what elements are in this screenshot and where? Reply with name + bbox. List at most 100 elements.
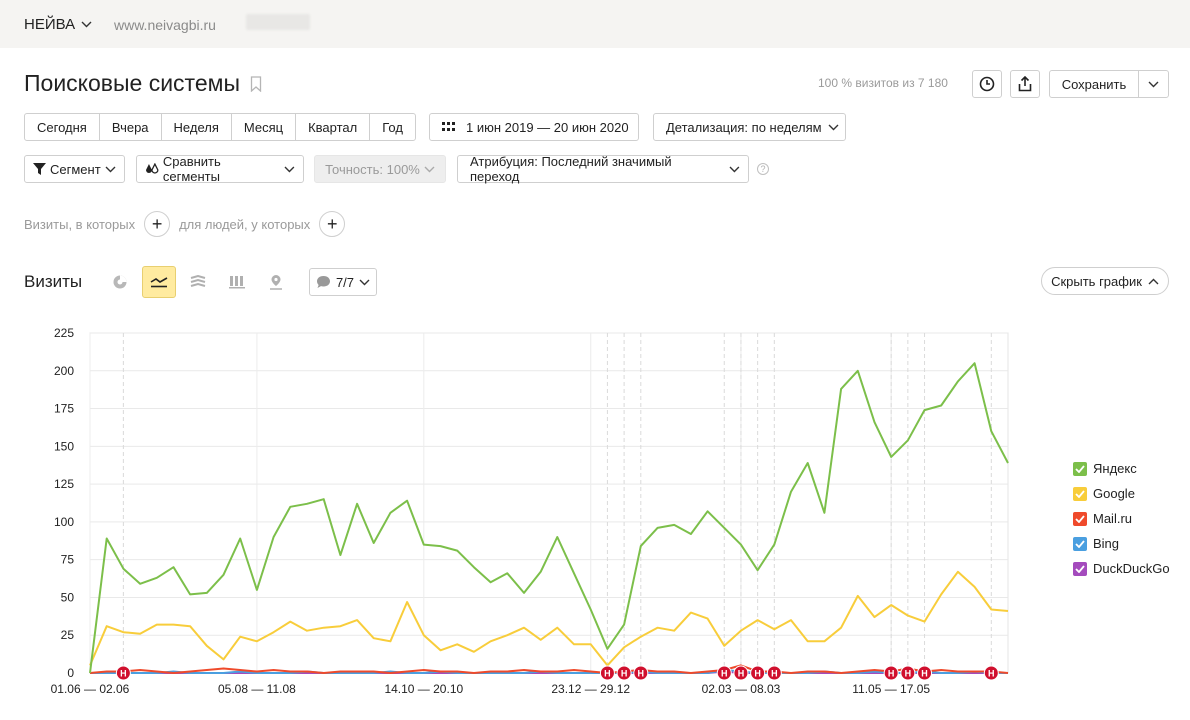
chart-legend: Яндекс Google Mail.ru Bing DuckDuckGo — [1073, 456, 1170, 581]
legend-item-yandex[interactable]: Яндекс — [1073, 456, 1170, 481]
chevron-down-icon — [284, 166, 295, 172]
help-icon[interactable]: ? — [757, 163, 769, 175]
chevron-down-icon — [424, 166, 435, 172]
series-line-google — [89, 570, 1009, 667]
period-week[interactable]: Неделя — [162, 114, 232, 140]
legend-item-mailru[interactable]: Mail.ru — [1073, 506, 1170, 531]
checkbox-icon[interactable] — [1073, 486, 1087, 501]
checkbox-icon[interactable] — [1073, 511, 1087, 526]
chevron-up-icon — [1148, 278, 1159, 284]
x-tick-label: 01.06 — 02.06 — [51, 682, 130, 696]
plus-icon: + — [327, 213, 338, 234]
period-today[interactable]: Сегодня — [25, 114, 100, 140]
y-tick-label: 200 — [54, 364, 74, 378]
legend-label: Яндекс — [1093, 461, 1137, 476]
chevron-down-icon — [81, 21, 92, 28]
plot-frame — [89, 332, 1009, 674]
period-yesterday[interactable]: Вчера — [100, 114, 162, 140]
note-marker-label: Н — [721, 669, 728, 679]
save-button[interactable]: Сохранить — [1049, 70, 1139, 98]
share-icon — [1018, 76, 1032, 92]
y-tick-label: 225 — [54, 326, 74, 340]
history-button[interactable] — [972, 70, 1002, 98]
legend-item-duckduckgo[interactable]: DuckDuckGo — [1073, 556, 1170, 581]
period-month[interactable]: Месяц — [232, 114, 297, 140]
note-marker-label: Н — [738, 669, 745, 679]
line-chart-icon — [150, 277, 168, 288]
chart-series — [89, 362, 1009, 674]
note-marker-label: Н — [604, 669, 611, 679]
note-marker: Н — [733, 665, 749, 681]
note-marker: Н — [883, 665, 899, 681]
filter-icon — [33, 163, 46, 175]
chart-grid — [89, 332, 1009, 674]
note-marker: Н — [115, 665, 131, 681]
pie-chart-icon — [113, 275, 127, 289]
chevron-down-icon — [828, 124, 839, 130]
add-people-filter-button[interactable]: + — [319, 211, 346, 237]
segment-button[interactable]: Сегмент — [24, 155, 125, 183]
top-bar: НЕЙВА www.neivagbi.ru — [0, 0, 1190, 48]
date-range-label: 1 июн 2019 — 20 июн 2020 — [466, 119, 629, 135]
comments-button[interactable]: 7/7 — [309, 268, 377, 296]
stacked-area-icon — [190, 275, 206, 287]
bar-view-button[interactable] — [220, 266, 254, 298]
counter-id-redacted — [246, 14, 310, 30]
area-view-button[interactable] — [181, 266, 215, 298]
line-view-button[interactable] — [142, 266, 176, 298]
x-tick-label: 23.12 — 29.12 — [551, 682, 630, 696]
hide-graph-label: Скрыть график — [1051, 273, 1142, 289]
checkbox-icon[interactable] — [1073, 561, 1087, 576]
note-marker: Н — [983, 665, 999, 681]
compare-segments-button[interactable]: Сравнить сегменты — [136, 154, 304, 184]
note-marker-label: Н — [905, 669, 912, 679]
visits-share: 100 % визитов из 7 180 — [818, 76, 948, 90]
detail-dropdown[interactable]: Детализация: по неделям — [653, 113, 846, 141]
checkbox-icon[interactable] — [1073, 536, 1087, 551]
attribution-dropdown[interactable]: Атрибуция: Последний значимый переход — [457, 154, 749, 184]
visits-filter-label: Визиты, в которых — [24, 216, 136, 232]
legend-item-bing[interactable]: Bing — [1073, 531, 1170, 556]
hide-graph-button[interactable]: Скрыть график — [1041, 267, 1169, 295]
export-button[interactable] — [1010, 70, 1040, 98]
legend-label: Bing — [1093, 536, 1120, 551]
chart-title: Визиты — [24, 272, 83, 291]
note-marker-label: Н — [921, 669, 928, 679]
counter-url: www.neivagbi.ru — [114, 17, 216, 33]
checkbox-icon[interactable] — [1073, 461, 1087, 476]
legend-item-google[interactable]: Google — [1073, 481, 1170, 506]
period-year[interactable]: Год — [370, 114, 415, 140]
y-tick-label: 100 — [54, 515, 74, 529]
attribution-label: Атрибуция: Последний значимый переход — [470, 154, 672, 184]
counter-selector[interactable]: НЕЙВА — [24, 16, 92, 33]
calendar-icon — [442, 122, 455, 131]
y-tick-label: 0 — [67, 666, 74, 680]
y-tick-label: 175 — [54, 402, 74, 416]
pie-view-button[interactable] — [103, 266, 137, 298]
accuracy-label: Точность: 100% — [325, 161, 420, 177]
y-tick-label: 125 — [54, 477, 74, 491]
accuracy-dropdown[interactable]: Точность: 100% — [314, 155, 446, 183]
bookmark-icon[interactable] — [250, 75, 262, 92]
date-range-picker[interactable]: 1 июн 2019 — 20 июн 2020 — [429, 113, 639, 141]
note-marker: Н — [917, 665, 933, 681]
y-tick-label: 150 — [54, 439, 74, 453]
note-marker: Н — [599, 665, 615, 681]
period-quarter[interactable]: Квартал — [296, 114, 371, 140]
add-visit-filter-button[interactable]: + — [144, 211, 171, 237]
x-tick-label: 05.08 — 11.08 — [218, 682, 296, 696]
note-marker-label: Н — [771, 669, 778, 679]
note-marker-label: Н — [120, 669, 127, 679]
note-marker: Н — [633, 665, 649, 681]
map-view-button[interactable] — [259, 266, 293, 298]
note-marker: Н — [750, 665, 766, 681]
compare-segments-label: Сравнить сегменты — [162, 154, 221, 184]
note-marker-label: Н — [621, 669, 628, 679]
page-title-row: Поисковые системы — [24, 70, 262, 97]
counter-name: НЕЙВА — [24, 16, 76, 33]
x-tick-label: 11.05 — 17.05 — [852, 682, 930, 696]
plus-icon: + — [151, 213, 163, 234]
chevron-down-icon — [729, 166, 740, 172]
save-options-button[interactable] — [1138, 70, 1169, 98]
page-title: Поисковые системы — [24, 70, 240, 96]
